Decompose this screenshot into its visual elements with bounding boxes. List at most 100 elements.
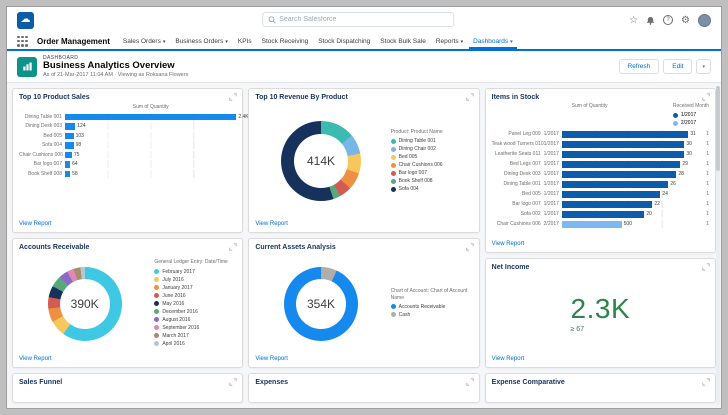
- legend-item: 2/2017: [673, 119, 709, 127]
- stock-bar[interactable]: 31: [562, 130, 695, 138]
- donut-chart[interactable]: 354K: [284, 267, 358, 341]
- view-report-link[interactable]: View Report: [492, 241, 709, 247]
- legend-item: Accounts Receivable: [391, 303, 473, 311]
- legend-swatch: [391, 304, 396, 309]
- edit-button[interactable]: Edit: [663, 59, 692, 74]
- card-title: Current Assets Analysis: [255, 244, 335, 251]
- bar[interactable]: 98: [65, 141, 236, 149]
- dashboard-column-2: Top 10 Revenue By Product 414K Product: …: [248, 88, 479, 403]
- expand-icon[interactable]: [702, 93, 710, 101]
- expand-icon[interactable]: [466, 378, 474, 386]
- card-top-revenue: Top 10 Revenue By Product 414K Product: …: [248, 88, 479, 233]
- stock-record-count: 1: [695, 131, 709, 137]
- chart-legend: General Ledger Entry: Date/Time February…: [154, 259, 236, 347]
- stock-bar[interactable]: 30: [562, 140, 695, 148]
- legend-label: February 2017: [162, 268, 195, 276]
- stock-bar[interactable]: 500: [562, 220, 695, 228]
- scrollbar-thumb[interactable]: [716, 86, 720, 171]
- card-title: Net Income: [492, 264, 530, 271]
- stock-month-label: 1/2017: [544, 171, 562, 177]
- bar-row: Bar logo 00764: [19, 160, 236, 170]
- bar-fill: [65, 142, 74, 149]
- expand-icon[interactable]: [702, 263, 710, 271]
- bar-row: Book Shelf 00858: [19, 169, 236, 179]
- axis-label: Sum of Quantity: [572, 103, 608, 127]
- nav-tab-kpis[interactable]: KPIs: [234, 33, 256, 49]
- nav-tab-label: Dashboards: [473, 38, 508, 45]
- help-icon[interactable]: [663, 15, 673, 25]
- card-current-assets: Current Assets Analysis 354K Chart of Ac…: [248, 238, 479, 368]
- nav-tabs: Sales OrdersBusiness OrdersKPIs Stock Rec…: [119, 33, 517, 49]
- expand-icon[interactable]: [229, 378, 237, 386]
- nav-tab-business-orders[interactable]: Business Orders: [171, 33, 232, 49]
- legend-item: March 2017: [154, 332, 236, 340]
- favorites-star-icon[interactable]: [629, 15, 638, 26]
- dashboard-subtitle: As of 21-Mar-2017 11:04 AM · Viewing as …: [43, 72, 188, 78]
- refresh-button[interactable]: Refresh: [619, 59, 660, 74]
- stock-row: Chair Cushions 0062/20175001: [492, 219, 709, 229]
- app-name: Order Management: [37, 37, 110, 46]
- nav-tab-label: Stock Receiving: [262, 38, 309, 45]
- stock-bar[interactable]: 20: [562, 210, 695, 218]
- view-report-link[interactable]: View Report: [19, 356, 236, 362]
- stock-bar[interactable]: 22: [562, 200, 695, 208]
- legend-title: Chart of Account: Chart of Account Name: [391, 288, 473, 301]
- view-report-link[interactable]: View Report: [255, 221, 472, 227]
- bar[interactable]: 2.4K: [65, 113, 236, 121]
- nav-tab-stock-bulk-sale[interactable]: Stock Bulk Sale: [376, 33, 430, 49]
- stock-bar[interactable]: 29: [562, 160, 695, 168]
- expand-icon[interactable]: [466, 243, 474, 251]
- stock-month-label: 1/2017: [544, 151, 562, 157]
- stock-bar[interactable]: 30: [562, 150, 695, 158]
- stock-product-label: Dining Table 001: [492, 181, 544, 187]
- notifications-bell-icon[interactable]: [646, 16, 655, 25]
- expand-icon[interactable]: [702, 378, 710, 386]
- view-report-link[interactable]: View Report: [19, 221, 236, 227]
- chart-legend: Product: Product Name Dining Table 001Di…: [391, 129, 473, 193]
- bar-row: Sofa 00498: [19, 141, 236, 151]
- bar-value: 500: [622, 221, 632, 227]
- legend-swatch: [673, 121, 678, 126]
- stock-bar[interactable]: 28: [562, 170, 695, 178]
- expand-icon[interactable]: [229, 243, 237, 251]
- app-launcher-waffle-icon[interactable]: [17, 36, 28, 47]
- global-search-box[interactable]: [262, 12, 454, 27]
- stock-record-count: 1: [695, 191, 709, 197]
- view-report-link[interactable]: View Report: [255, 356, 472, 362]
- stock-bar[interactable]: 26: [562, 180, 695, 188]
- search-input[interactable]: [279, 16, 448, 23]
- bar-category-label: Bed 005: [19, 133, 65, 139]
- setup-gear-icon[interactable]: [681, 15, 690, 26]
- bar[interactable]: 64: [65, 160, 236, 168]
- nav-tab-sales-orders[interactable]: Sales Orders: [119, 33, 169, 49]
- donut-chart[interactable]: 414K: [281, 121, 361, 201]
- nav-tab-reports[interactable]: Reports: [432, 33, 467, 49]
- stock-bar[interactable]: 24: [562, 190, 695, 198]
- vertical-scrollbar[interactable]: [716, 86, 720, 405]
- legend-label: January 2017: [162, 284, 192, 292]
- nav-tab-stock-receiving[interactable]: Stock Receiving: [258, 33, 313, 49]
- nav-tab-stock-dispatching[interactable]: Stock Dispatching: [314, 33, 374, 49]
- expand-icon[interactable]: [229, 93, 237, 101]
- more-actions-button[interactable]: [696, 59, 711, 74]
- bar[interactable]: 103: [65, 132, 236, 140]
- bar-value: 103: [74, 133, 84, 139]
- legend-item: 1/2017: [673, 111, 709, 119]
- view-report-link[interactable]: View Report: [492, 356, 709, 362]
- bar[interactable]: 58: [65, 170, 236, 178]
- salesforce-cloud-logo[interactable]: [17, 12, 34, 29]
- nav-tab-label: Reports: [436, 38, 459, 45]
- user-avatar[interactable]: [698, 14, 711, 27]
- donut-chart[interactable]: 390K: [48, 267, 122, 341]
- bar[interactable]: 124: [65, 122, 236, 130]
- card-title: Accounts Receivable: [19, 244, 89, 251]
- dashboard-grid: Top 10 Product Sales Sum of Quantity Din…: [7, 83, 721, 408]
- legend-swatch: [391, 139, 396, 144]
- legend-title: General Ledger Entry: Date/Time: [154, 259, 236, 265]
- bar-chart-axis: Sum of Quantity: [19, 104, 236, 110]
- nav-tab-dashboards[interactable]: Dashboards: [469, 33, 517, 49]
- legend-swatch: [391, 179, 396, 184]
- stock-row: Dining Table 0011/2017261: [492, 179, 709, 189]
- expand-icon[interactable]: [466, 93, 474, 101]
- bar[interactable]: 75: [65, 151, 236, 159]
